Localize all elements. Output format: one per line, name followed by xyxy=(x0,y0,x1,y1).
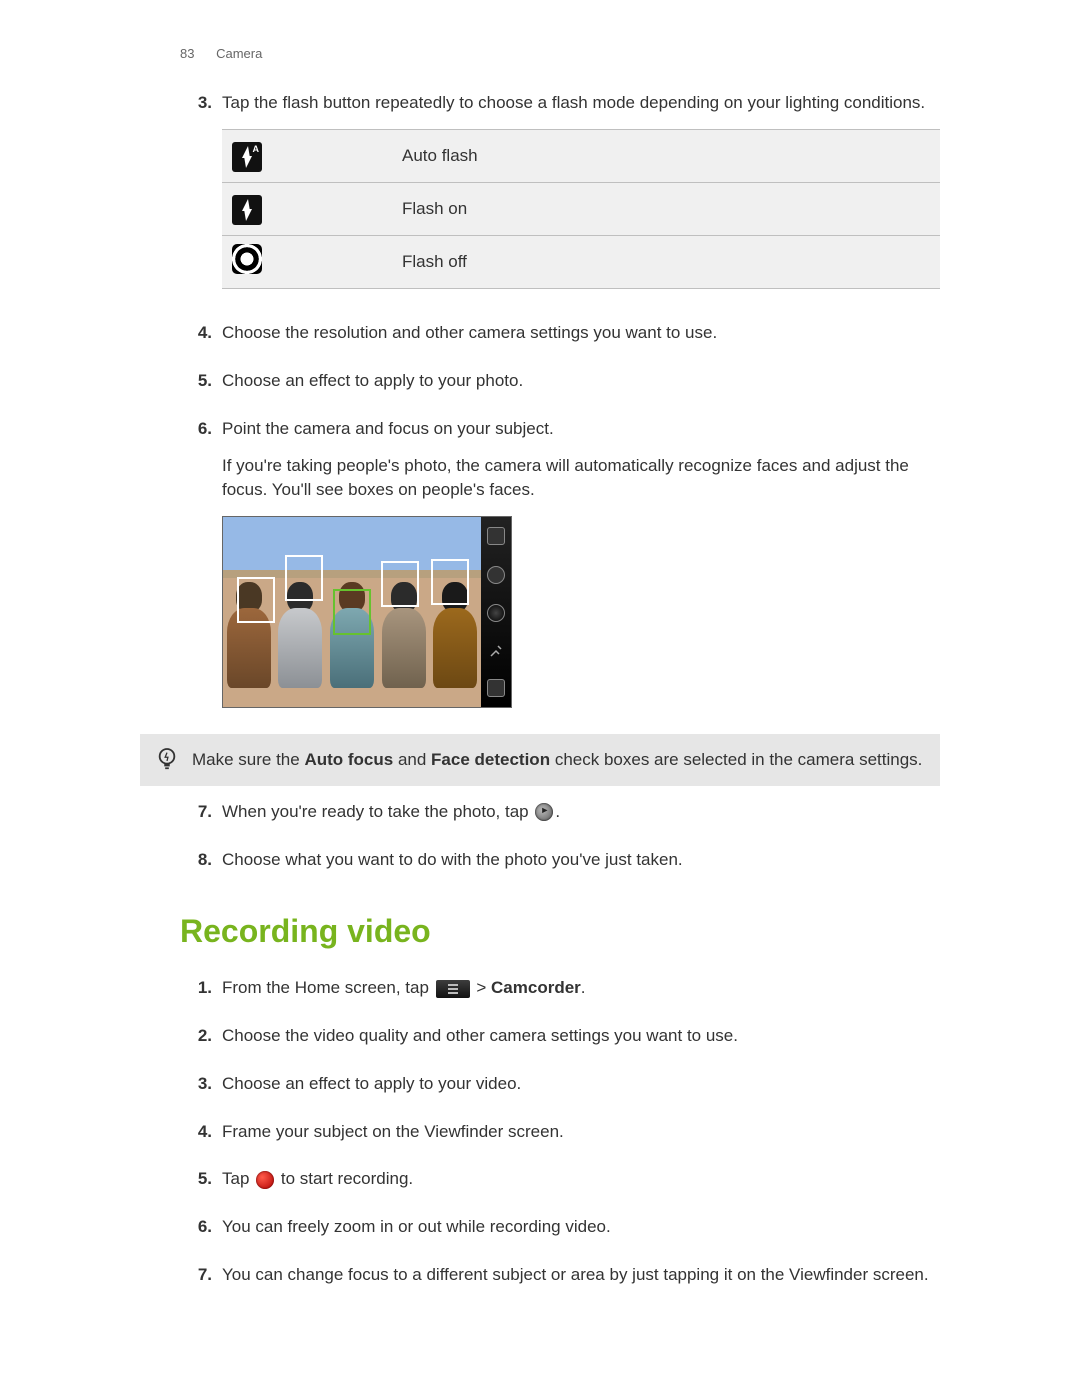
step-text: Tap the flash button repeatedly to choos… xyxy=(222,91,940,115)
step-text: From the Home screen, tap > Camcorder. xyxy=(222,976,940,1000)
video-step-3: 3. Choose an effect to apply to your vid… xyxy=(180,1072,940,1110)
video-step-1: 1. From the Home screen, tap > Camcorder… xyxy=(180,976,940,1014)
step-number: 4. xyxy=(180,1120,222,1158)
viewfinder-screenshot xyxy=(222,516,512,708)
step-subtext: If you're taking people's photo, the cam… xyxy=(222,454,940,502)
tip-bulb-icon xyxy=(156,746,176,781)
flash-mode-label: Flash on xyxy=(392,182,940,235)
step-7: 7. When you're ready to take the photo, … xyxy=(180,800,940,838)
step-text: Point the camera and focus on your subje… xyxy=(222,417,940,441)
section-heading-recording-video: Recording video xyxy=(180,909,940,954)
table-row: Flash on xyxy=(222,182,940,235)
step-4: 4. Choose the resolution and other camer… xyxy=(180,321,940,359)
face-box-icon xyxy=(237,577,275,623)
face-box-active-icon xyxy=(333,589,371,635)
flash-mode-label: Auto flash xyxy=(392,129,940,182)
step-text: Tap to start recording. xyxy=(222,1167,940,1191)
record-icon xyxy=(256,1171,274,1189)
flash-mode-label: Flash off xyxy=(392,235,940,288)
step-number: 6. xyxy=(180,1215,222,1253)
step-text: Choose the resolution and other camera s… xyxy=(222,321,940,345)
camera-sidebar xyxy=(481,517,511,707)
face-box-icon xyxy=(381,561,419,607)
face-box-icon xyxy=(431,559,469,605)
step-text: Frame your subject on the Viewfinder scr… xyxy=(222,1120,940,1144)
manual-page: 83 Camera 3. Tap the flash button repeat… xyxy=(0,0,1080,1351)
video-step-7: 7. You can change focus to a different s… xyxy=(180,1263,940,1301)
all-apps-icon xyxy=(436,980,470,998)
step-text: Choose the video quality and other camer… xyxy=(222,1024,940,1048)
video-step-6: 6. You can freely zoom in or out while r… xyxy=(180,1215,940,1253)
step-text: Choose an effect to apply to your photo. xyxy=(222,369,940,393)
step-8: 8. Choose what you want to do with the p… xyxy=(180,848,940,886)
step-number: 6. xyxy=(180,417,222,722)
tip-box: Make sure the Auto focus and Face detect… xyxy=(140,734,940,786)
flash-off-icon xyxy=(232,244,262,274)
shutter-icon xyxy=(535,803,553,821)
page-number: 83 xyxy=(180,46,194,61)
video-step-5: 5. Tap to start recording. xyxy=(180,1167,940,1205)
step-number: 8. xyxy=(180,848,222,886)
step-5: 5. Choose an effect to apply to your pho… xyxy=(180,369,940,407)
step-number: 2. xyxy=(180,1024,222,1062)
video-step-2: 2. Choose the video quality and other ca… xyxy=(180,1024,940,1062)
table-row: Flash off xyxy=(222,235,940,288)
step-number: 3. xyxy=(180,91,222,311)
camera-control-icon xyxy=(487,527,505,545)
step-number: 4. xyxy=(180,321,222,359)
step-text: Choose what you want to do with the phot… xyxy=(222,848,940,872)
camcorder-link: Camcorder xyxy=(491,978,581,997)
step-number: 5. xyxy=(180,1167,222,1205)
step-number: 5. xyxy=(180,369,222,407)
step-text: When you're ready to take the photo, tap… xyxy=(222,800,940,824)
step-number: 7. xyxy=(180,800,222,838)
camera-control-icon xyxy=(487,604,505,622)
step-number: 7. xyxy=(180,1263,222,1301)
tip-text: Make sure the Auto focus and Face detect… xyxy=(192,748,926,772)
camera-control-icon xyxy=(488,642,504,658)
flash-auto-icon: A xyxy=(232,142,262,172)
video-step-4: 4. Frame your subject on the Viewfinder … xyxy=(180,1120,940,1158)
step-text: You can change focus to a different subj… xyxy=(222,1263,940,1287)
table-row: A Auto flash xyxy=(222,129,940,182)
step-3: 3. Tap the flash button repeatedly to ch… xyxy=(180,91,940,311)
camera-control-icon xyxy=(487,566,505,584)
page-section-name: Camera xyxy=(216,46,262,61)
page-header: 83 Camera xyxy=(180,45,940,63)
flash-mode-table: A Auto flash Flash on xyxy=(222,129,940,289)
step-6: 6. Point the camera and focus on your su… xyxy=(180,417,940,722)
step-number: 1. xyxy=(180,976,222,1014)
step-text: Choose an effect to apply to your video. xyxy=(222,1072,940,1096)
camera-control-icon xyxy=(487,679,505,697)
step-number: 3. xyxy=(180,1072,222,1110)
face-box-icon xyxy=(285,555,323,601)
flash-on-icon xyxy=(232,195,262,225)
step-text: You can freely zoom in or out while reco… xyxy=(222,1215,940,1239)
